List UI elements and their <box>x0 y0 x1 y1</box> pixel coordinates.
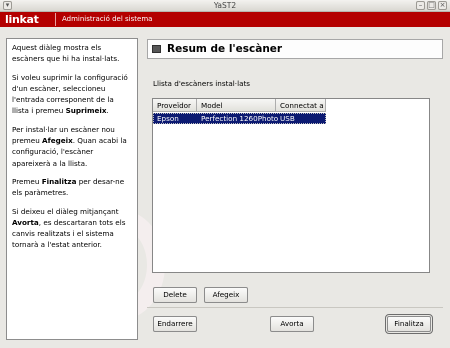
column-header-model[interactable]: Model <box>197 99 276 112</box>
finish-button[interactable]: Finalitza <box>385 314 433 334</box>
help-paragraph: Si voleu suprimir la configuració d'un e… <box>12 72 128 116</box>
cell-vendor: Epson <box>157 114 179 123</box>
window-menu-icon[interactable]: ▾ <box>3 1 12 10</box>
button-separator <box>147 307 443 308</box>
banner-divider <box>55 13 56 26</box>
delete-button[interactable]: Delete <box>153 287 197 303</box>
table-header: Proveïdor Model Connectat a <box>153 99 429 113</box>
app-banner: linkat Administració del sistema <box>0 12 450 27</box>
table-row[interactable]: Epson Perfection 1260Photo USB <box>153 113 326 124</box>
banner-title: Administració del sistema <box>62 15 153 23</box>
minimize-icon[interactable]: – <box>416 1 425 10</box>
dialog-header: Resum de l'escàner <box>147 39 443 59</box>
window-titlebar[interactable]: YaST2 ▾ – □ × <box>0 0 450 12</box>
column-header-vendor[interactable]: Proveïdor <box>153 99 197 112</box>
help-panel: Aquest diàleg mostra els escàners que hi… <box>6 38 138 340</box>
back-button[interactable]: Endarrere <box>153 316 197 332</box>
help-paragraph: Premeu Finalitza per desar-ne els paràme… <box>12 176 125 198</box>
help-paragraph: Per instal·lar un escàner nou premeu Afe… <box>12 124 127 168</box>
help-paragraph: Aquest diàleg mostra els escàners que hi… <box>12 43 120 64</box>
linkat-logo: linkat <box>5 13 39 26</box>
maximize-icon[interactable]: □ <box>427 1 436 10</box>
cell-connection: USB <box>280 114 295 123</box>
scanner-icon <box>152 45 161 53</box>
column-header-connection[interactable]: Connectat a <box>276 99 326 112</box>
scanner-list-label: Llista d'escàners instal·lats <box>153 79 251 88</box>
help-paragraph: Si deixeu el diàleg mitjançant Avorta, e… <box>12 206 126 250</box>
window-title: YaST2 <box>213 1 237 10</box>
abort-button[interactable]: Avorta <box>270 316 314 332</box>
scanner-table[interactable]: Proveïdor Model Connectat a Epson Perfec… <box>152 98 430 273</box>
close-icon[interactable]: × <box>438 1 447 10</box>
page-title: Resum de l'escàner <box>167 43 283 55</box>
cell-model: Perfection 1260Photo <box>201 114 279 123</box>
add-button[interactable]: Afegeix <box>204 287 248 303</box>
